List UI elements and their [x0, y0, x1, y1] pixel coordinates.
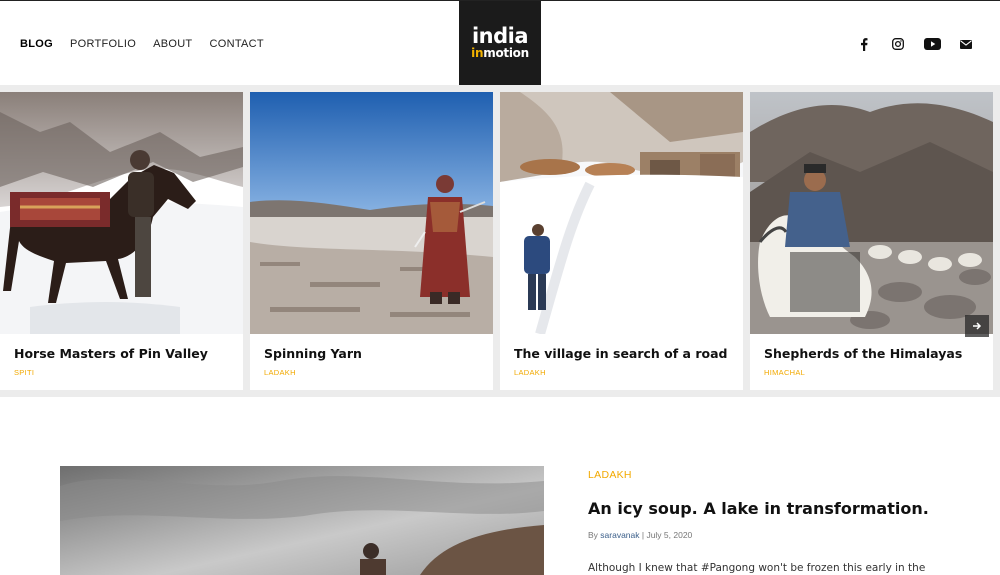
site-logo[interactable]: india inmotion	[459, 1, 541, 85]
card-image-spinning-yarn[interactable]	[250, 92, 493, 334]
carousel-card[interactable]: Spinning Yarn LADAKH	[250, 92, 493, 390]
nav-contact[interactable]: CONTACT	[209, 38, 263, 50]
post-date: July 5, 2020	[646, 530, 693, 540]
card-image-village-road[interactable]	[500, 92, 743, 334]
post-meta: By saravanak | July 5, 2020	[588, 530, 692, 540]
card-category[interactable]: LADAKH	[264, 368, 296, 377]
site-header: BLOG PORTFOLIO ABOUT CONTACT india inmot…	[0, 1, 1000, 85]
post-meta-by: By	[588, 530, 601, 540]
facebook-icon[interactable]	[850, 30, 878, 58]
card-title[interactable]: The village in search of a road	[514, 346, 727, 361]
carousel-card[interactable]: Horse Masters of Pin Valley SPITI	[0, 92, 243, 390]
post-author[interactable]: saravanak	[600, 530, 639, 540]
nav-blog[interactable]: BLOG	[20, 38, 53, 50]
card-title[interactable]: Horse Masters of Pin Valley	[14, 346, 208, 361]
arrow-right-icon[interactable]	[965, 315, 989, 337]
card-title[interactable]: Shepherds of the Himalayas	[764, 346, 962, 361]
nav-about[interactable]: ABOUT	[153, 38, 192, 50]
featured-carousel: Horse Masters of Pin Valley SPITI Spinni…	[0, 85, 1000, 397]
carousel-card[interactable]: The village in search of a road LADAKH	[500, 92, 743, 390]
email-icon[interactable]	[952, 30, 980, 58]
post-image[interactable]	[60, 466, 544, 575]
card-category[interactable]: LADAKH	[514, 368, 546, 377]
card-category[interactable]: HIMACHAL	[764, 368, 805, 377]
card-category[interactable]: SPITI	[14, 368, 34, 377]
post-category[interactable]: LADAKH	[588, 469, 632, 481]
post-excerpt: Although I knew that #Pangong won't be f…	[588, 562, 926, 574]
main-nav: BLOG PORTFOLIO ABOUT CONTACT	[20, 38, 281, 50]
logo-line-1: india	[471, 24, 529, 48]
card-title[interactable]: Spinning Yarn	[264, 346, 362, 361]
carousel-card[interactable]: Shepherds of the Himalayas HIMACHAL	[750, 92, 993, 390]
nav-portfolio[interactable]: PORTFOLIO	[70, 38, 136, 50]
card-image-horse-masters[interactable]	[0, 92, 243, 334]
instagram-icon[interactable]	[884, 30, 912, 58]
youtube-icon[interactable]	[918, 30, 946, 58]
logo-accent: in	[471, 46, 484, 60]
logo-line-2: inmotion	[471, 46, 529, 60]
post-title[interactable]: An icy soup. A lake in transformation.	[588, 499, 929, 518]
logo-rest: motion	[483, 46, 529, 60]
card-image-shepherds[interactable]	[750, 92, 993, 334]
social-links	[850, 30, 980, 58]
